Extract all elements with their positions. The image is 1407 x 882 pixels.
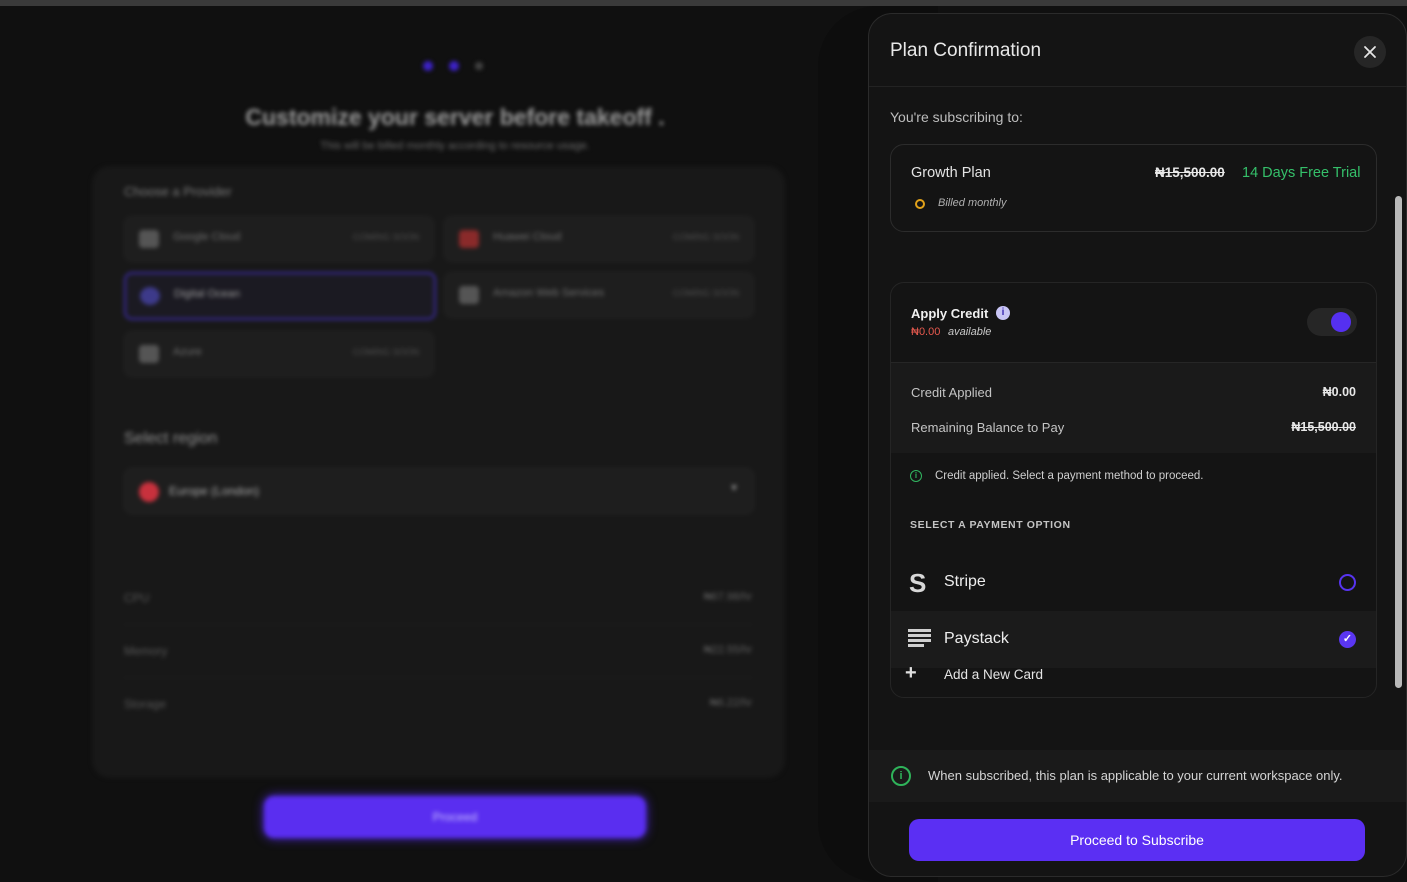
balance-value: ₦15,500.00 — [1291, 420, 1356, 434]
apply-credit-toggle[interactable] — [1307, 308, 1357, 336]
radio-button[interactable] — [1339, 574, 1356, 591]
resource-label: CPU — [124, 591, 150, 605]
resource-row: Memory ₦22.55/hr — [124, 624, 752, 678]
proceed-to-subscribe-button[interactable]: Proceed to Subscribe — [909, 819, 1365, 861]
step-dot — [475, 62, 483, 70]
region-select[interactable]: Europe (London) ▼ — [124, 468, 754, 514]
proceed-button[interactable]: Proceed — [264, 796, 646, 838]
credit-amount: ₦0.00 — [911, 326, 941, 338]
toggle-knob — [1331, 312, 1351, 332]
provider-name: Google Cloud — [173, 231, 241, 243]
aws-icon — [459, 286, 479, 304]
scrollbar[interactable] — [1395, 196, 1402, 688]
notice-text: When subscribed, this plan is applicable… — [928, 768, 1343, 783]
provider-option[interactable]: Google Cloud COMING SOON — [124, 216, 434, 262]
close-button[interactable] — [1354, 36, 1386, 68]
info-circle-icon: i — [910, 470, 922, 482]
page-subtitle: This will be billed monthly according to… — [320, 140, 590, 152]
resource-row: CPU ₦67.98/hr — [124, 571, 752, 625]
proceed-label: Proceed — [432, 810, 478, 824]
plan-price: ₦15,500.00 — [1155, 165, 1225, 180]
plan-confirmation-modal: Plan Confirmation You're subscribing to:… — [868, 13, 1407, 877]
step-indicator — [423, 61, 483, 71]
apply-credit-row: Apply Credit i ₦0.00 available — [891, 283, 1376, 363]
info-circle-icon: i — [891, 766, 911, 786]
payment-option-label: Stripe — [944, 573, 986, 590]
resource-value: ₦6.22/hr — [709, 697, 752, 709]
svg-text:S: S — [909, 568, 926, 596]
huawei-icon — [459, 230, 479, 248]
uk-flag-icon — [139, 482, 159, 502]
provider-section-label: Choose a Provider — [124, 184, 232, 199]
provider-tag: COMING SOON — [352, 232, 419, 242]
plan-name: Growth Plan — [911, 165, 991, 181]
plus-icon: + — [905, 662, 917, 684]
close-icon — [1364, 46, 1376, 58]
workspace-notice: i When subscribed, this plan is applicab… — [869, 750, 1406, 802]
credit-available-label: available — [948, 326, 992, 338]
provider-name: Huawei Cloud — [493, 231, 562, 243]
page-title: Customize your server before takeoff . — [245, 104, 665, 130]
payment-option-stripe[interactable]: S Stripe — [891, 554, 1376, 611]
provider-name: Digital Ocean — [174, 288, 241, 300]
step-dot — [423, 61, 433, 71]
info-icon[interactable]: i — [996, 306, 1010, 320]
credit-applied-value: ₦0.00 — [1322, 385, 1356, 399]
cloud-icon — [139, 230, 159, 248]
resource-label: Storage — [124, 697, 167, 711]
resource-value: ₦67.98/hr — [703, 591, 752, 603]
provider-option[interactable]: Azure COMING SOON — [124, 331, 434, 377]
check-icon[interactable]: ✓ — [1339, 631, 1356, 648]
credit-breakdown: Credit Applied ₦0.00 Remaining Balance t… — [891, 363, 1376, 453]
billing-dot-icon — [915, 199, 925, 209]
add-card-link[interactable]: Add a New Card — [944, 667, 1043, 682]
paystack-icon — [908, 629, 931, 647]
modal-header: Plan Confirmation — [869, 14, 1406, 87]
plan-summary-card: Growth Plan ₦15,500.00 14 Days Free Tria… — [890, 144, 1377, 232]
provider-option[interactable]: Huawei Cloud COMING SOON — [444, 216, 754, 262]
resource-row: Storage ₦6.22/hr — [124, 677, 752, 730]
azure-icon — [139, 345, 159, 363]
modal-title: Plan Confirmation — [890, 40, 1042, 61]
credit-card-section: Apply Credit i ₦0.00 available Credit Ap… — [890, 282, 1377, 698]
provider-name: Azure — [173, 346, 202, 358]
provider-tag: COMING SOON — [672, 232, 739, 242]
trial-badge: 14 Days Free Trial — [1242, 165, 1361, 181]
background-page: Customize your server before takeoff . T… — [0, 6, 860, 882]
step-dot — [449, 61, 459, 71]
payment-option-paystack[interactable]: Paystack ✓ — [891, 611, 1376, 668]
stripe-icon: S — [909, 568, 926, 596]
billing-cycle: Billed monthly — [938, 197, 1007, 209]
apply-credit-title: Apply Credit — [911, 306, 989, 321]
resource-value: ₦22.55/hr — [703, 644, 752, 656]
region-label: Select region — [124, 430, 218, 447]
provider-option[interactable]: Amazon Web Services COMING SOON — [444, 272, 754, 318]
credit-applied-label: Credit Applied — [911, 385, 992, 400]
credit-status-text: Credit applied. Select a payment method … — [935, 470, 1204, 482]
digital-ocean-icon — [140, 287, 160, 305]
balance-label: Remaining Balance to Pay — [911, 420, 1065, 435]
provider-name: Amazon Web Services — [493, 287, 605, 299]
resource-label: Memory — [124, 644, 168, 658]
provider-tag: COMING SOON — [672, 288, 739, 298]
provider-tag: COMING SOON — [352, 347, 419, 357]
region-value: Europe (London) — [169, 484, 260, 498]
payment-option-label: Paystack — [944, 630, 1009, 647]
provider-option-selected[interactable]: Digital Ocean — [124, 272, 436, 320]
payment-section-label: SELECT A PAYMENT OPTION — [910, 519, 1071, 531]
chevron-down-icon: ▼ — [729, 483, 739, 494]
subscribing-label: You're subscribing to: — [890, 109, 1023, 125]
